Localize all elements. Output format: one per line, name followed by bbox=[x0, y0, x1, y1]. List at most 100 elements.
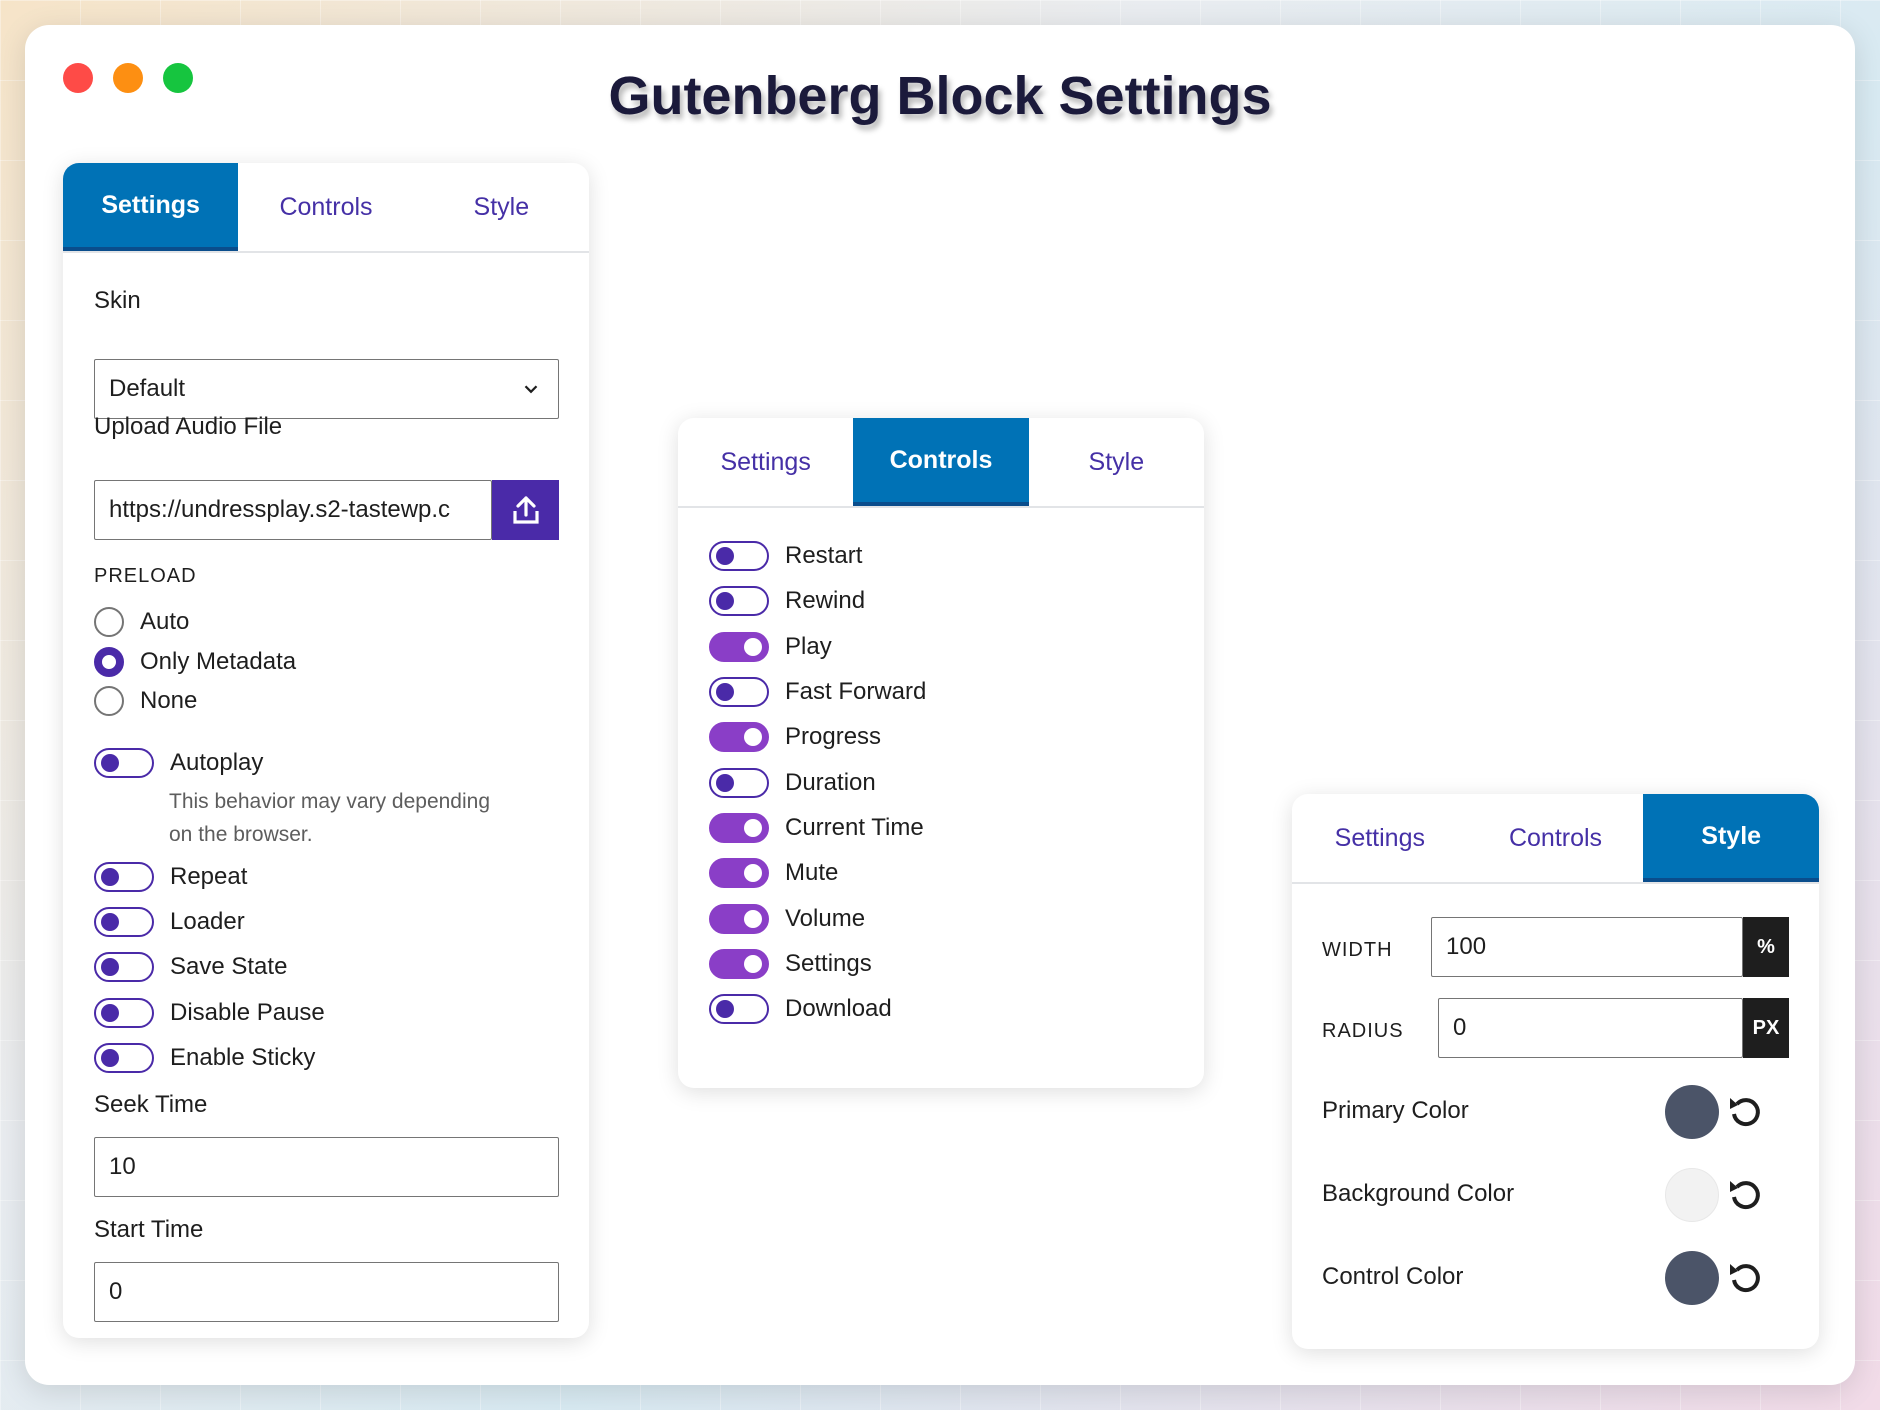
mute-label: Mute bbox=[785, 859, 839, 886]
rewind-toggle[interactable] bbox=[709, 586, 769, 616]
width-input[interactable]: 100 bbox=[1431, 917, 1743, 977]
duration-toggle[interactable] bbox=[709, 768, 769, 798]
preload-option-auto[interactable]: Auto bbox=[94, 607, 189, 637]
disable-pause-row[interactable]: Disable Pause bbox=[94, 998, 325, 1028]
play-toggle[interactable] bbox=[709, 632, 769, 662]
duration-row[interactable]: Duration bbox=[709, 768, 876, 798]
radio-metadata[interactable] bbox=[94, 647, 124, 677]
width-unit-button[interactable]: % bbox=[1743, 917, 1789, 977]
page-title: Gutenberg Block Settings bbox=[608, 66, 1272, 126]
current-time-label: Current Time bbox=[785, 814, 924, 841]
tab-controls[interactable]: Controls bbox=[853, 418, 1029, 506]
tab-style[interactable]: Style bbox=[414, 163, 589, 251]
upload-label: Upload Audio File bbox=[94, 413, 283, 440]
seek-time-label: Seek Time bbox=[94, 1091, 208, 1118]
disable-pause-toggle[interactable] bbox=[94, 998, 154, 1028]
loader-row[interactable]: Loader bbox=[94, 907, 245, 937]
seek-time-input[interactable]: 10 bbox=[94, 1137, 559, 1197]
settings-toggle[interactable] bbox=[709, 949, 769, 979]
save-state-toggle[interactable] bbox=[94, 952, 154, 982]
fast-forward-label: Fast Forward bbox=[785, 678, 927, 705]
start-time-input[interactable]: 0 bbox=[94, 1262, 559, 1322]
rewind-label: Rewind bbox=[785, 587, 866, 614]
start-time-label: Start Time bbox=[94, 1216, 204, 1243]
settings-row[interactable]: Settings bbox=[709, 949, 872, 979]
skin-select[interactable]: Default bbox=[94, 359, 559, 419]
autoplay-help-line1: This behavior may vary depending bbox=[169, 790, 491, 813]
duration-label: Duration bbox=[785, 769, 876, 796]
repeat-toggle[interactable] bbox=[94, 862, 154, 892]
fast-forward-row[interactable]: Fast Forward bbox=[709, 677, 926, 707]
tab-settings[interactable]: Settings bbox=[1292, 794, 1468, 882]
upload-button[interactable] bbox=[492, 480, 559, 540]
tab-style[interactable]: Style bbox=[1029, 418, 1204, 506]
audio-url-input[interactable]: https://undressplay.s2-tastewp.c bbox=[94, 480, 492, 540]
volume-label: Volume bbox=[785, 905, 866, 932]
save-state-row[interactable]: Save State bbox=[94, 952, 287, 982]
tab-settings[interactable]: Settings bbox=[63, 163, 239, 251]
tab-bar: Settings Controls Style bbox=[63, 163, 589, 253]
upload-icon bbox=[512, 496, 539, 524]
autoplay-help: This behavior may vary depending on the … bbox=[169, 785, 490, 851]
reset-icon[interactable] bbox=[1726, 1092, 1766, 1132]
autoplay-row[interactable]: Autoplay bbox=[94, 748, 263, 778]
fast-forward-toggle[interactable] bbox=[709, 677, 769, 707]
autoplay-label: Autoplay bbox=[170, 749, 264, 776]
preload-option-none[interactable]: None bbox=[94, 686, 197, 716]
mute-toggle[interactable] bbox=[709, 858, 769, 888]
radio-none-label: None bbox=[140, 687, 198, 714]
app-window: Gutenberg Block Settings Settings Contro… bbox=[25, 25, 1855, 1385]
chevron-down-icon bbox=[524, 385, 538, 394]
settings-label: Settings bbox=[785, 950, 872, 977]
autoplay-toggle[interactable] bbox=[94, 748, 154, 778]
download-row[interactable]: Download bbox=[709, 994, 892, 1024]
repeat-row[interactable]: Repeat bbox=[94, 862, 247, 892]
loader-toggle[interactable] bbox=[94, 907, 154, 937]
radio-auto[interactable] bbox=[94, 607, 124, 637]
mute-row[interactable]: Mute bbox=[709, 858, 838, 888]
skin-select-value: Default bbox=[109, 375, 186, 402]
tab-bar: Settings Controls Style bbox=[1292, 794, 1819, 884]
download-toggle[interactable] bbox=[709, 994, 769, 1024]
enable-sticky-toggle[interactable] bbox=[94, 1043, 154, 1073]
tab-bar: Settings Controls Style bbox=[678, 418, 1204, 508]
settings-panel: Settings Controls Style Skin Default Upl… bbox=[63, 163, 589, 1338]
skin-label: Skin bbox=[94, 287, 141, 314]
radio-none[interactable] bbox=[94, 686, 124, 716]
progress-label: Progress bbox=[785, 723, 882, 750]
current-time-row[interactable]: Current Time bbox=[709, 813, 924, 843]
radius-input[interactable]: 0 bbox=[1438, 998, 1743, 1058]
reset-icon[interactable] bbox=[1726, 1175, 1766, 1215]
restart-row[interactable]: Restart bbox=[709, 541, 862, 571]
reset-icon[interactable] bbox=[1726, 1258, 1766, 1298]
control-color-label: Control Color bbox=[1322, 1263, 1464, 1290]
radius-unit-button[interactable]: PX bbox=[1743, 998, 1789, 1058]
background-color-swatch[interactable] bbox=[1665, 1168, 1719, 1222]
radio-auto-label: Auto bbox=[140, 608, 190, 635]
radio-metadata-label: Only Metadata bbox=[140, 648, 297, 675]
rewind-row[interactable]: Rewind bbox=[709, 586, 865, 616]
download-label: Download bbox=[785, 995, 892, 1022]
width-label: WIDTH bbox=[1322, 939, 1393, 961]
volume-row[interactable]: Volume bbox=[709, 904, 865, 934]
progress-row[interactable]: Progress bbox=[709, 722, 881, 752]
current-time-toggle[interactable] bbox=[709, 813, 769, 843]
restart-label: Restart bbox=[785, 542, 863, 569]
save-state-label: Save State bbox=[170, 953, 288, 980]
restart-toggle[interactable] bbox=[709, 541, 769, 571]
control-color-swatch[interactable] bbox=[1665, 1251, 1719, 1305]
play-row[interactable]: Play bbox=[709, 632, 832, 662]
loader-label: Loader bbox=[170, 908, 245, 935]
preload-option-metadata[interactable]: Only Metadata bbox=[94, 647, 296, 677]
primary-color-swatch[interactable] bbox=[1665, 1085, 1719, 1139]
enable-sticky-row[interactable]: Enable Sticky bbox=[94, 1043, 315, 1073]
tab-style[interactable]: Style bbox=[1643, 794, 1819, 882]
volume-toggle[interactable] bbox=[709, 904, 769, 934]
play-label: Play bbox=[785, 633, 832, 660]
progress-toggle[interactable] bbox=[709, 722, 769, 752]
style-panel: Settings Controls Style WIDTH 100 % RADI… bbox=[1292, 794, 1819, 1349]
tab-controls[interactable]: Controls bbox=[1468, 794, 1644, 882]
tab-controls[interactable]: Controls bbox=[238, 163, 413, 251]
preload-label: PRELOAD bbox=[94, 565, 197, 587]
tab-settings[interactable]: Settings bbox=[678, 418, 853, 506]
